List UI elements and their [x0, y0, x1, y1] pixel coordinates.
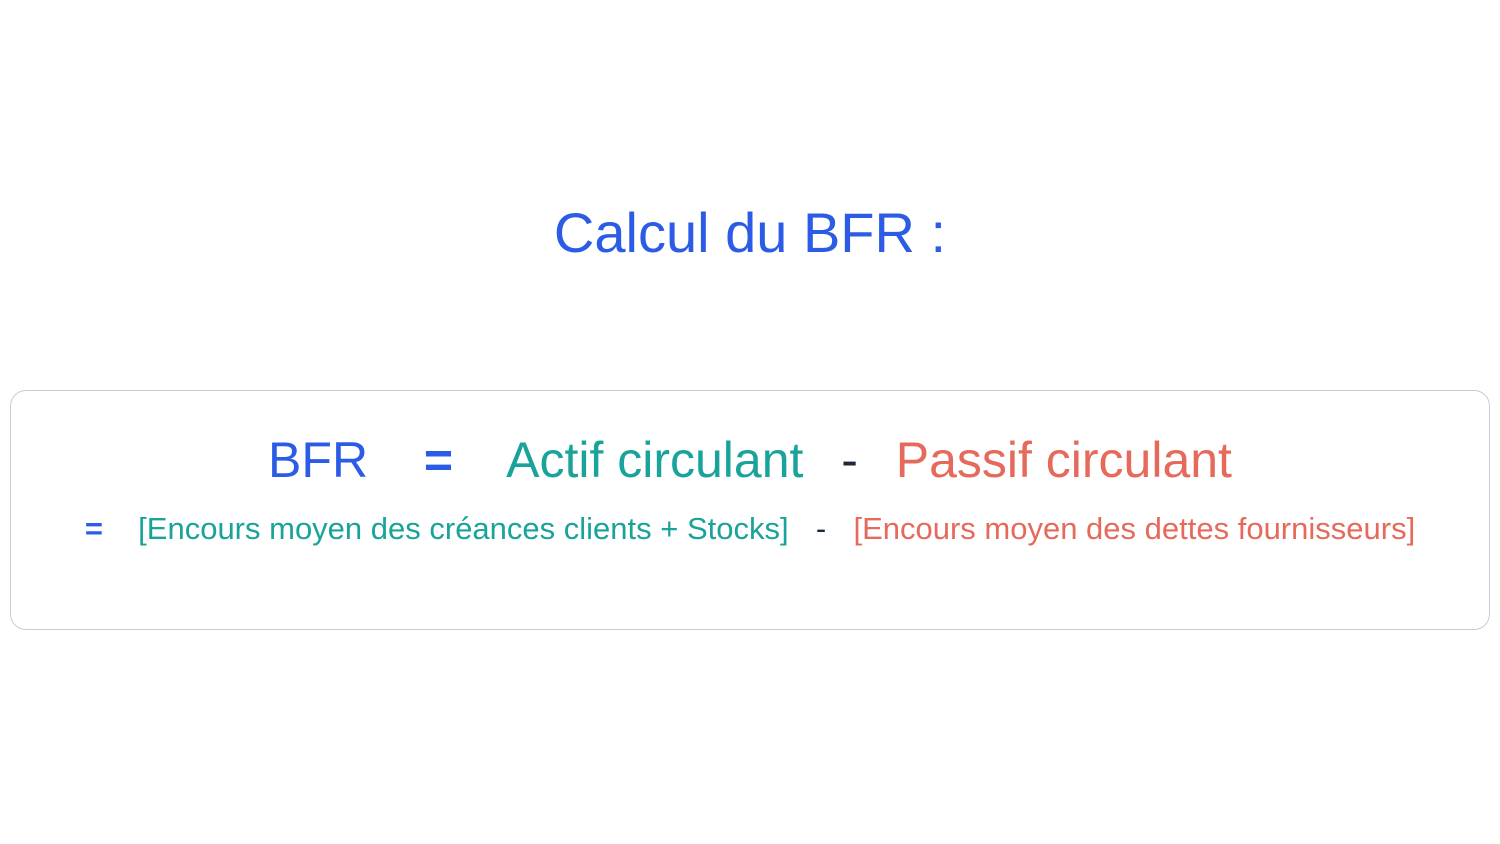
- term-bfr: BFR: [268, 432, 368, 488]
- equals-sign-2: =: [85, 511, 103, 546]
- term-actif-detail: [Encours moyen des créances clients + St…: [138, 511, 788, 546]
- minus-sign-2: -: [816, 511, 826, 546]
- minus-sign-1: -: [841, 432, 858, 488]
- term-passif-detail: [Encours moyen des dettes fournisseurs]: [853, 511, 1415, 546]
- page-title: Calcul du BFR :: [0, 200, 1500, 265]
- formula-line-2: = [Encours moyen des créances clients + …: [11, 511, 1489, 547]
- equals-sign-1: =: [424, 432, 453, 488]
- formula-line-1: BFR = Actif circulant - Passif circulant: [11, 431, 1489, 489]
- term-actif-circulant: Actif circulant: [506, 432, 803, 488]
- formula-box: BFR = Actif circulant - Passif circulant…: [10, 390, 1490, 630]
- term-passif-circulant: Passif circulant: [896, 432, 1232, 488]
